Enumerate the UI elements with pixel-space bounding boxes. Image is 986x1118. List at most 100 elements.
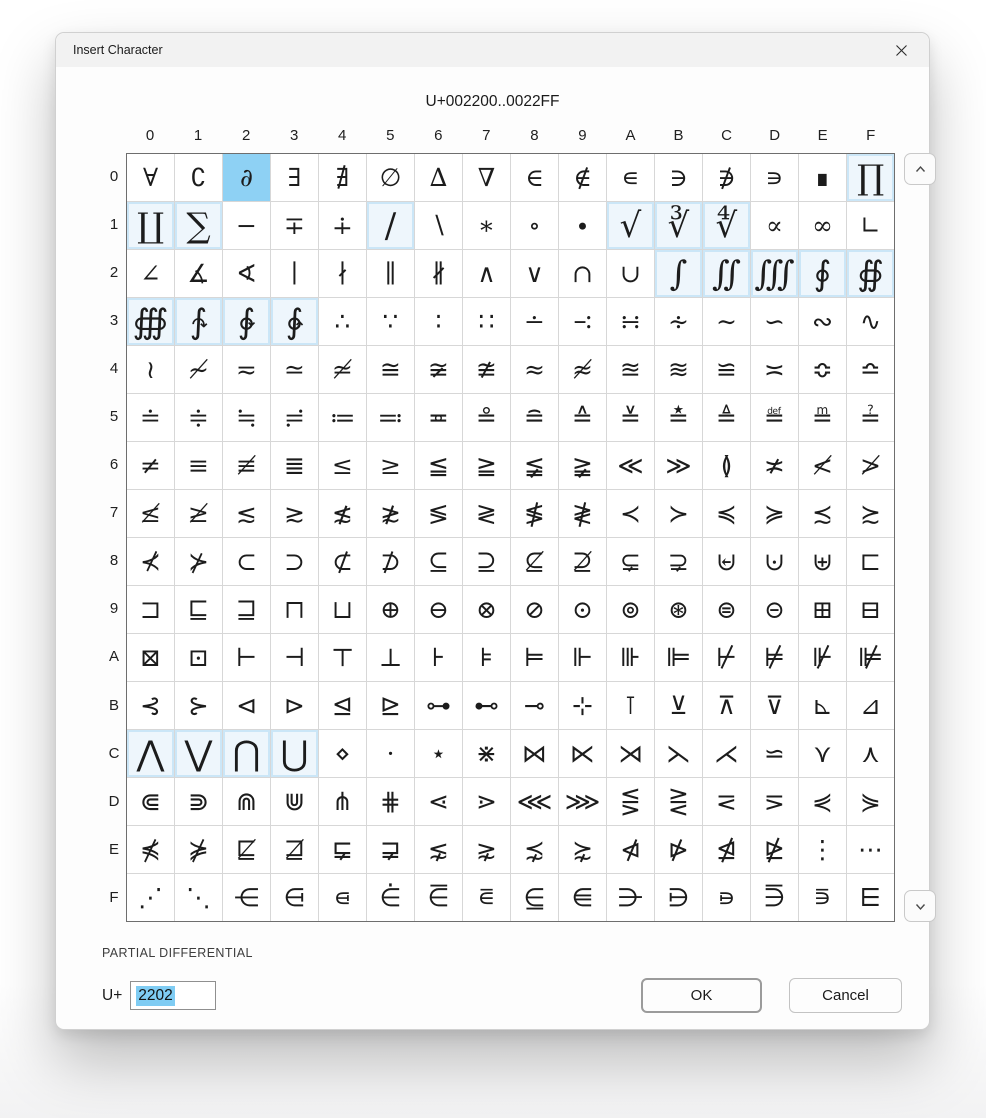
char-cell-u2205[interactable]: ∅ [367, 154, 414, 201]
char-cell-u2246[interactable]: ≆ [415, 346, 462, 393]
char-cell-u2252[interactable]: ≒ [223, 394, 270, 441]
char-cell-u2213[interactable]: ∓ [271, 202, 318, 249]
char-cell-u224B[interactable]: ≋ [655, 346, 702, 393]
char-cell-u2226[interactable]: ∦ [415, 250, 462, 297]
char-cell-u2279[interactable]: ≹ [559, 490, 606, 537]
char-cell-u22F5[interactable]: ⋵ [367, 874, 414, 921]
char-cell-u2289[interactable]: ⊉ [559, 538, 606, 585]
char-cell-u22C6[interactable]: ⋆ [415, 730, 462, 777]
char-cell-u2266[interactable]: ≦ [415, 442, 462, 489]
char-cell-u224A[interactable]: ≊ [607, 346, 654, 393]
char-cell-u2272[interactable]: ≲ [223, 490, 270, 537]
char-cell-u22F3[interactable]: ⋳ [271, 874, 318, 921]
char-cell-u2269[interactable]: ≩ [559, 442, 606, 489]
char-cell-u2221[interactable]: ∡ [175, 250, 222, 297]
char-cell-u22FA[interactable]: ⋺ [607, 874, 654, 921]
char-cell-u2248[interactable]: ≈ [511, 346, 558, 393]
char-cell-u222F[interactable]: ∯ [847, 250, 894, 297]
char-cell-u2203[interactable]: ∃ [271, 154, 318, 201]
char-cell-u2294[interactable]: ⊔ [319, 586, 366, 633]
char-cell-u22E7[interactable]: ⋧ [463, 826, 510, 873]
char-cell-u22CF[interactable]: ⋏ [847, 730, 894, 777]
char-cell-u228F[interactable]: ⊏ [847, 538, 894, 585]
char-cell-u229D[interactable]: ⊝ [751, 586, 798, 633]
char-cell-u2219[interactable]: ∙ [559, 202, 606, 249]
char-cell-u22B6[interactable]: ⊶ [415, 682, 462, 729]
char-cell-u22F4[interactable]: ⋴ [319, 874, 366, 921]
char-cell-u22ED[interactable]: ⋭ [751, 826, 798, 873]
char-cell-u226D[interactable]: ≭ [751, 442, 798, 489]
char-cell-u2298[interactable]: ⊘ [511, 586, 558, 633]
char-cell-u22DC[interactable]: ⋜ [703, 778, 750, 825]
char-cell-u226A[interactable]: ≪ [607, 442, 654, 489]
char-cell-u224E[interactable]: ≎ [799, 346, 846, 393]
char-cell-u2297[interactable]: ⊗ [463, 586, 510, 633]
char-cell-u22EC[interactable]: ⋬ [703, 826, 750, 873]
char-cell-u2241[interactable]: ≁ [175, 346, 222, 393]
char-cell-u2285[interactable]: ⊅ [367, 538, 414, 585]
char-cell-u2257[interactable]: ≗ [463, 394, 510, 441]
char-cell-u2206[interactable]: ∆ [415, 154, 462, 201]
char-cell-u2291[interactable]: ⊑ [175, 586, 222, 633]
char-cell-u22C8[interactable]: ⋈ [511, 730, 558, 777]
char-cell-u225F[interactable]: ≟ [847, 394, 894, 441]
char-cell-u2229[interactable]: ∩ [559, 250, 606, 297]
char-cell-u22B8[interactable]: ⊸ [511, 682, 558, 729]
char-cell-u220C[interactable]: ∌ [703, 154, 750, 201]
char-cell-u22FE[interactable]: ⋾ [799, 874, 846, 921]
char-cell-u22C7[interactable]: ⋇ [463, 730, 510, 777]
char-cell-u22E1[interactable]: ⋡ [175, 826, 222, 873]
char-cell-u22DF[interactable]: ⋟ [847, 778, 894, 825]
char-cell-u2261[interactable]: ≡ [175, 442, 222, 489]
char-cell-u2234[interactable]: ∴ [319, 298, 366, 345]
char-cell-u2232[interactable]: ∲ [223, 298, 270, 345]
char-cell-u22D2[interactable]: ⋒ [223, 778, 270, 825]
char-cell-u22DD[interactable]: ⋝ [751, 778, 798, 825]
char-cell-u2247[interactable]: ≇ [463, 346, 510, 393]
char-cell-u225B[interactable]: ≛ [655, 394, 702, 441]
char-cell-u227F[interactable]: ≿ [847, 490, 894, 537]
char-cell-u226E[interactable]: ≮ [799, 442, 846, 489]
char-cell-u22A6[interactable]: ⊦ [415, 634, 462, 681]
char-cell-u2260[interactable]: ≠ [127, 442, 174, 489]
char-cell-u22B0[interactable]: ⊰ [127, 682, 174, 729]
char-cell-u22B2[interactable]: ⊲ [223, 682, 270, 729]
char-cell-u22CD[interactable]: ⋍ [751, 730, 798, 777]
char-cell-u2278[interactable]: ≸ [511, 490, 558, 537]
char-cell-u22F0[interactable]: ⋰ [127, 874, 174, 921]
char-cell-u225C[interactable]: ≜ [703, 394, 750, 441]
char-cell-u22F2[interactable]: ⋲ [223, 874, 270, 921]
char-cell-u2277[interactable]: ≷ [463, 490, 510, 537]
char-cell-u2217[interactable]: ∗ [463, 202, 510, 249]
char-cell-u2224[interactable]: ∤ [319, 250, 366, 297]
char-cell-u22FC[interactable]: ⋼ [703, 874, 750, 921]
char-cell-u2249[interactable]: ≉ [559, 346, 606, 393]
char-cell-u22A8[interactable]: ⊨ [511, 634, 558, 681]
char-cell-u228A[interactable]: ⊊ [607, 538, 654, 585]
char-cell-u22BB[interactable]: ⊻ [655, 682, 702, 729]
char-cell-u2284[interactable]: ⊄ [319, 538, 366, 585]
char-cell-u2245[interactable]: ≅ [367, 346, 414, 393]
char-cell-u22C1[interactable]: ⋁ [175, 730, 222, 777]
char-cell-u2204[interactable]: ∄ [319, 154, 366, 201]
char-cell-u22A4[interactable]: ⊤ [319, 634, 366, 681]
char-cell-u2275[interactable]: ≵ [367, 490, 414, 537]
char-cell-u22F7[interactable]: ⋷ [463, 874, 510, 921]
char-cell-u220D[interactable]: ∍ [751, 154, 798, 201]
char-cell-u2239[interactable]: ∹ [559, 298, 606, 345]
char-cell-u22AA[interactable]: ⊪ [607, 634, 654, 681]
char-cell-u221F[interactable]: ∟ [847, 202, 894, 249]
char-cell-u2228[interactable]: ∨ [511, 250, 558, 297]
char-cell-u228E[interactable]: ⊎ [799, 538, 846, 585]
char-cell-u22A5[interactable]: ⊥ [367, 634, 414, 681]
char-cell-u224D[interactable]: ≍ [751, 346, 798, 393]
char-cell-u2288[interactable]: ⊈ [511, 538, 558, 585]
char-cell-u22BF[interactable]: ⊿ [847, 682, 894, 729]
char-cell-u2286[interactable]: ⊆ [415, 538, 462, 585]
char-cell-u22B9[interactable]: ⊹ [559, 682, 606, 729]
char-cell-u22AC[interactable]: ⊬ [703, 634, 750, 681]
char-cell-u2214[interactable]: ∔ [319, 202, 366, 249]
char-cell-u2231[interactable]: ∱ [175, 298, 222, 345]
char-cell-u2271[interactable]: ≱ [175, 490, 222, 537]
char-cell-u22D7[interactable]: ⋗ [463, 778, 510, 825]
